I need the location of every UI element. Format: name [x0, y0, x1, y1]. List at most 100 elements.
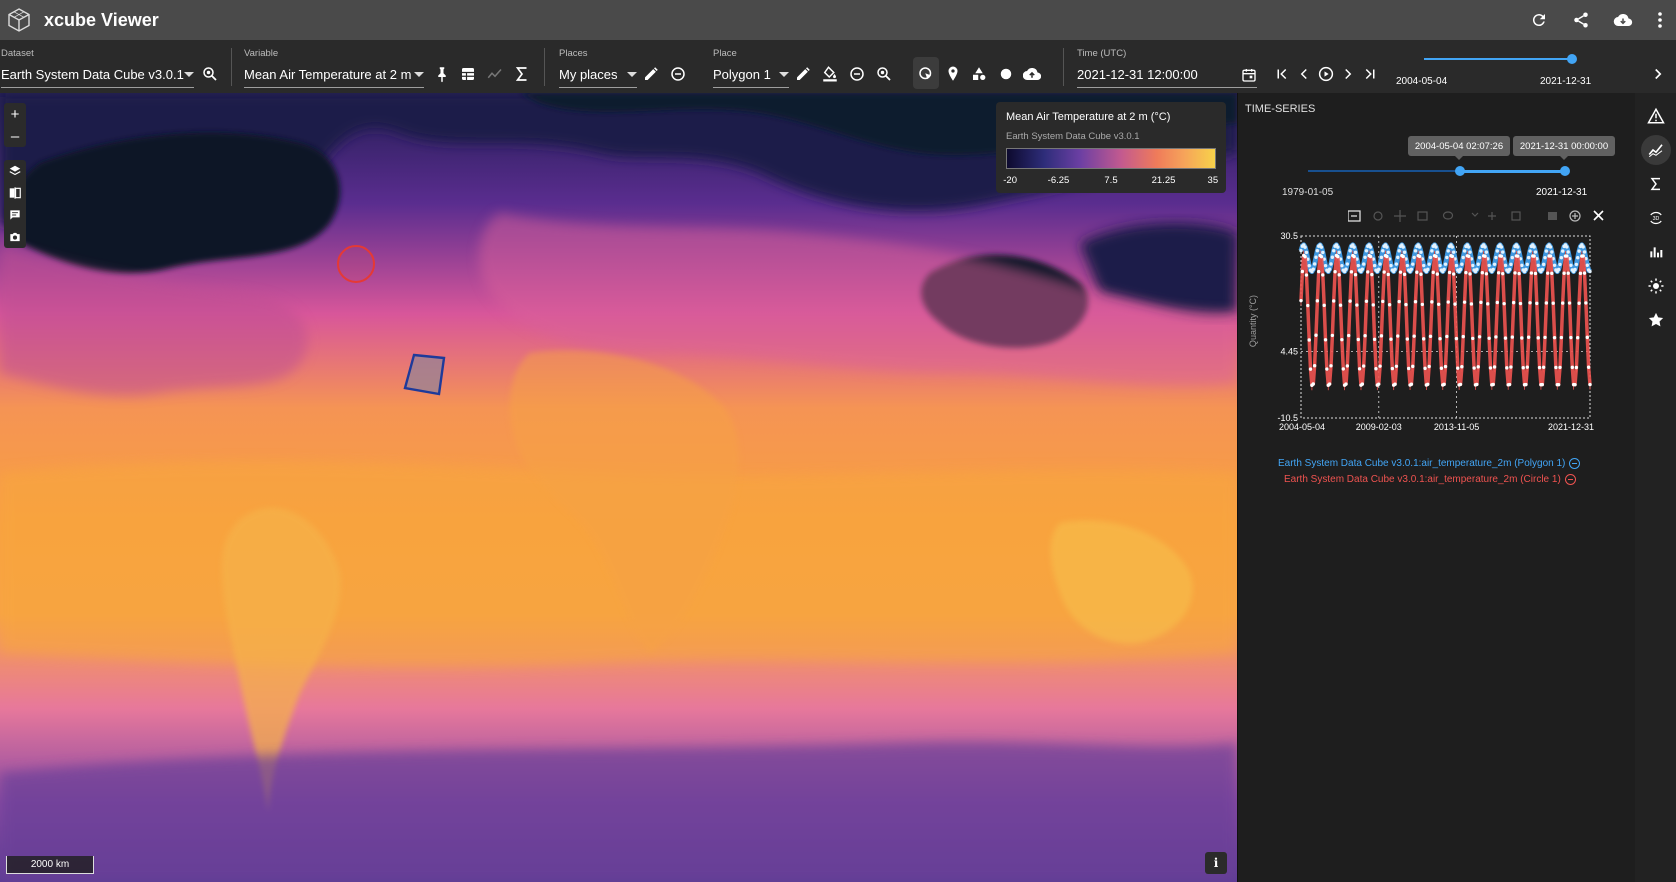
data-point — [1378, 262, 1382, 266]
pin-icon[interactable] — [430, 60, 454, 88]
data-point — [1494, 255, 1498, 260]
zoom-in-plot-icon[interactable] — [1471, 212, 1479, 217]
remove-circle-icon[interactable] — [845, 60, 869, 88]
fullscreen-icon[interactable] — [1348, 210, 1361, 222]
bar-chart-icon[interactable] — [1635, 235, 1676, 269]
calendar-icon[interactable] — [1241, 67, 1257, 83]
range-low-thumb[interactable] — [1454, 166, 1465, 176]
share-icon[interactable] — [1560, 0, 1602, 40]
data-point — [1585, 263, 1589, 267]
data-point — [1404, 302, 1408, 307]
download-plot-icon[interactable] — [1548, 212, 1557, 220]
timeseries-tab-icon[interactable] — [1635, 133, 1676, 167]
series-legend-polygon: Earth System Data Cube v3.0.1:air_temper… — [1278, 458, 1581, 469]
remove-series-icon[interactable] — [1569, 458, 1581, 469]
more-vert-icon[interactable] — [1644, 0, 1676, 40]
data-point — [1394, 364, 1399, 368]
remove-circle-icon[interactable] — [666, 60, 690, 88]
data-point — [1588, 382, 1592, 387]
zoom-out-button[interactable]: – — [4, 125, 26, 147]
add-plot-icon[interactable] — [1569, 210, 1581, 222]
legend-ticks: -20 -6.25 7.5 21.25 35 — [1003, 175, 1218, 187]
data-point — [1314, 255, 1318, 259]
first-step-icon[interactable] — [1270, 60, 1294, 88]
time-range-slider[interactable] — [1308, 166, 1570, 176]
series-legend-circle: Earth System Data Cube v3.0.1:air_temper… — [1284, 474, 1576, 485]
range-high-thumb[interactable] — [1560, 166, 1570, 176]
cloud-download-icon[interactable] — [1602, 0, 1644, 40]
data-point — [1430, 300, 1434, 304]
compare-icon[interactable] — [4, 182, 26, 204]
previous-step-icon[interactable] — [1292, 60, 1316, 88]
data-point — [1487, 336, 1491, 340]
data-point — [1492, 262, 1497, 266]
timeseries-icon[interactable] — [483, 60, 507, 88]
warning-icon[interactable] — [1635, 99, 1676, 133]
color-legend: Mean Air Temperature at 2 m (°C) Earth S… — [996, 102, 1226, 193]
legend-tick: 21.25 — [1151, 175, 1176, 186]
variable-select[interactable]: Mean Air Temperature at 2 m — [244, 62, 424, 88]
sigma-icon[interactable] — [510, 60, 534, 88]
place-zoom-icon[interactable] — [872, 60, 896, 88]
data-point — [1402, 250, 1407, 254]
circle-tool-icon[interactable] — [994, 60, 1018, 88]
point-marker-icon[interactable] — [941, 60, 965, 88]
dataset-zoom-icon[interactable] — [198, 60, 222, 88]
next-step-icon[interactable] — [1336, 60, 1360, 88]
chevron-right-icon[interactable] — [1646, 60, 1670, 88]
remove-series-icon[interactable] — [1564, 474, 1576, 485]
last-step-icon[interactable] — [1358, 60, 1382, 88]
data-point — [1427, 364, 1431, 369]
data-point — [1415, 270, 1419, 274]
play-icon[interactable] — [1314, 60, 1338, 88]
time-slider-end: 2021-12-31 — [1540, 76, 1592, 87]
data-point — [1379, 255, 1384, 260]
place-select[interactable]: Polygon 1 — [713, 62, 789, 88]
refresh-icon[interactable] — [1518, 0, 1560, 40]
dataset-select[interactable]: Earth System Data Cube v3.0.1 — [1, 62, 194, 88]
zoom-tool-icon[interactable] — [1373, 211, 1383, 221]
time-slider[interactable] — [1424, 54, 1577, 64]
close-icon[interactable] — [1593, 210, 1604, 221]
time-slider-thumb[interactable] — [1567, 54, 1577, 64]
data-point — [1516, 245, 1520, 249]
layers-icon[interactable] — [4, 160, 26, 182]
chevron-down-icon — [779, 72, 789, 77]
data-point — [1412, 334, 1416, 338]
info-button[interactable]: i — [1205, 852, 1227, 874]
edit-icon[interactable] — [791, 60, 815, 88]
zoom-in-button[interactable]: + — [4, 103, 26, 125]
select-tool-icon[interactable] — [914, 60, 938, 88]
zoom-out-plot-icon[interactable] — [1488, 212, 1496, 220]
comment-icon[interactable] — [4, 204, 26, 226]
circle-place-marker[interactable] — [337, 245, 375, 283]
data-point — [1495, 300, 1500, 305]
brightness-icon[interactable] — [1635, 269, 1676, 303]
data-point — [1554, 365, 1558, 370]
select-box-icon[interactable] — [1417, 211, 1428, 221]
data-point — [1543, 335, 1547, 340]
colorbar[interactable] — [1006, 148, 1216, 169]
fill-color-icon[interactable] — [818, 60, 842, 88]
polygon-place-marker[interactable] — [403, 353, 446, 396]
data-point — [1439, 366, 1444, 370]
star-icon[interactable] — [1635, 303, 1676, 337]
polygon-shapes-icon[interactable] — [967, 60, 991, 88]
cloud-upload-icon[interactable] — [1020, 60, 1044, 88]
time-series-chart[interactable]: Quantity (°C) 30.54.45-10.52004-05-04 200… — [1238, 228, 1636, 448]
edit-icon[interactable] — [639, 60, 663, 88]
lasso-icon[interactable] — [1442, 211, 1454, 220]
reset-axes-icon[interactable] — [1511, 211, 1521, 221]
data-point — [1312, 262, 1317, 266]
places-select[interactable]: My places — [559, 62, 637, 88]
y-axis-label: Quantity (°C) — [1248, 295, 1258, 347]
3d-view-icon[interactable]: 3D — [1635, 201, 1676, 235]
camera-icon[interactable] — [4, 226, 26, 248]
statistics-icon[interactable] — [1635, 167, 1676, 201]
data-point — [1548, 245, 1553, 249]
pan-tool-icon[interactable] — [1394, 210, 1406, 222]
data-point — [1352, 245, 1356, 249]
time-input[interactable]: 2021-12-31 12:00:00 — [1077, 62, 1257, 88]
map-view[interactable]: + – Mean Air Temperature at 2 m (°C) Ear… — [0, 93, 1237, 882]
table-icon[interactable] — [456, 60, 480, 88]
